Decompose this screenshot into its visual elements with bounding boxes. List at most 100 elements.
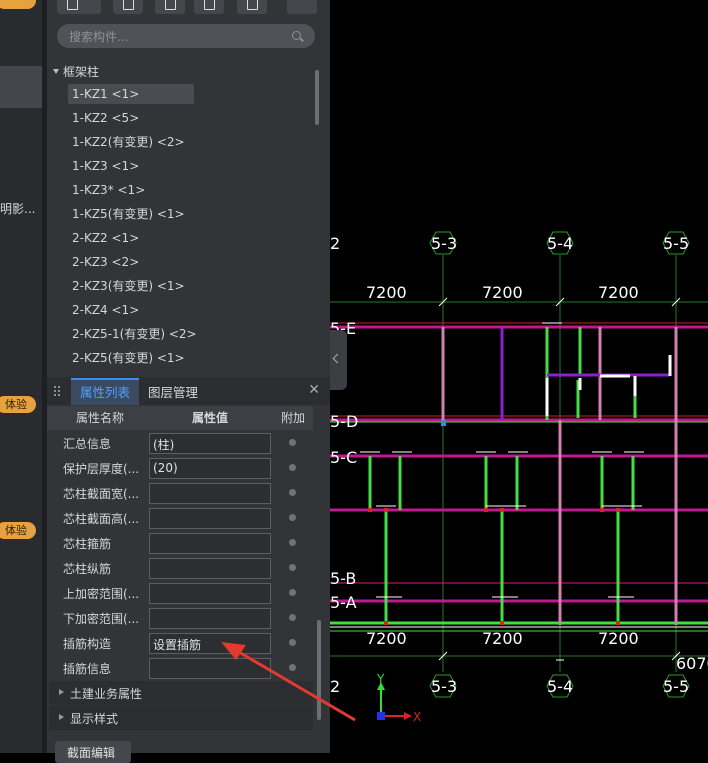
- axis-label-top: 5-4: [547, 234, 573, 253]
- property-value-field[interactable]: (20): [149, 458, 271, 479]
- property-value-field[interactable]: [149, 658, 271, 679]
- axis-label-bottom: 5-4: [547, 677, 573, 696]
- property-table-header: 属性名称 属性值 附加: [47, 406, 313, 430]
- extra-checkbox[interactable]: [289, 514, 296, 521]
- property-row: 保护层厚度(... (20): [47, 456, 313, 481]
- collapse-panel-button[interactable]: [330, 330, 347, 390]
- tree-category[interactable]: 框架柱: [53, 63, 99, 80]
- chevron-right-icon: [59, 689, 64, 695]
- delete-icon: [165, 0, 176, 10]
- property-name: 插筋信息: [63, 662, 112, 676]
- close-icon[interactable]: ✕: [308, 382, 320, 398]
- extra-checkbox[interactable]: [289, 464, 296, 471]
- column-header-value: 属性值: [191, 411, 228, 425]
- new-component-button[interactable]: [57, 0, 101, 14]
- copy-button[interactable]: [113, 0, 143, 14]
- search-input[interactable]: [67, 27, 291, 47]
- copy-icon: [123, 0, 134, 10]
- property-name: 汇总信息: [63, 437, 112, 451]
- property-row: 芯柱截面宽(...: [47, 481, 313, 506]
- delete-button[interactable]: [155, 0, 185, 14]
- property-value-field[interactable]: 设置插筋: [149, 633, 271, 654]
- search-icon[interactable]: [292, 31, 301, 40]
- extra-checkbox[interactable]: [289, 564, 296, 571]
- property-scrollbar[interactable]: [317, 620, 321, 720]
- extra-checkbox[interactable]: [289, 589, 296, 596]
- property-value-field[interactable]: [149, 558, 271, 579]
- property-row: 芯柱截面高(...: [47, 506, 313, 531]
- axis-label-bottom: 5-5: [663, 677, 689, 696]
- tree-item[interactable]: 2-KZ3 <2>: [68, 252, 194, 272]
- tree-item[interactable]: 1-KZ3* <1>: [68, 180, 194, 200]
- chevron-down-icon[interactable]: [53, 69, 59, 74]
- property-panel-header: 属性列表 图层管理 ✕: [47, 377, 330, 405]
- property-row: 芯柱纵筋: [47, 556, 313, 581]
- dimension-label-bottom: 7200: [482, 629, 523, 648]
- property-value-field[interactable]: [149, 608, 271, 629]
- tree-item[interactable]: 1-KZ5(有变更) <1>: [68, 204, 194, 224]
- plan-drawing[interactable]: 2 5-3 5-4 5-5 7200 7200 7200 5-E 5-D 5-C…: [330, 0, 708, 753]
- tree-item[interactable]: 2-KZ4 <1>: [68, 300, 194, 320]
- section-label: 显示样式: [70, 712, 119, 726]
- tree-item[interactable]: 1-KZ2(有变更) <2>: [68, 132, 194, 152]
- row-label: 5-C: [330, 448, 357, 467]
- property-row: 下加密范围(...: [47, 606, 313, 631]
- property-value: (20): [153, 461, 178, 475]
- trial-badge[interactable]: 体验: [0, 522, 36, 539]
- property-row: 芯柱箍筋: [47, 531, 313, 556]
- row-label: 5-D: [330, 412, 358, 431]
- property-value-field[interactable]: [149, 508, 271, 529]
- trial-badge[interactable]: [0, 0, 36, 9]
- layer-copy-icon: [204, 0, 215, 10]
- chevron-left-icon: [332, 353, 343, 364]
- extra-checkbox[interactable]: [289, 639, 296, 646]
- dimension-label-bottom: 7200: [598, 629, 639, 648]
- tab-layer-management[interactable]: 图层管理: [139, 380, 207, 405]
- more-button[interactable]: [287, 0, 317, 14]
- search-box[interactable]: [57, 24, 315, 48]
- axis-label-bottom: 5-3: [431, 677, 457, 696]
- tree-item[interactable]: 1-KZ3 <1>: [68, 156, 194, 176]
- property-value-field[interactable]: [149, 483, 271, 504]
- extra-checkbox[interactable]: [289, 539, 296, 546]
- property-value-field[interactable]: [149, 533, 271, 554]
- property-name: 芯柱截面宽(...: [63, 487, 140, 501]
- layer-copy-button[interactable]: [194, 0, 224, 14]
- ucs-icon: Y X: [376, 672, 421, 724]
- extra-checkbox[interactable]: [289, 614, 296, 621]
- left-sidebar-item-text[interactable]: 明影...: [0, 200, 35, 217]
- axis-label-bottom: 2: [330, 677, 340, 696]
- chevron-right-icon: [59, 714, 64, 720]
- import-button[interactable]: [237, 0, 267, 14]
- tree-item[interactable]: 2-KZ3(有变更) <1>: [68, 276, 194, 296]
- trial-badge[interactable]: 体验: [0, 396, 36, 413]
- tree-item[interactable]: 1-KZ1 <1>: [68, 84, 194, 104]
- section-display-style[interactable]: 显示样式: [49, 706, 313, 730]
- drawing-canvas[interactable]: 2 5-3 5-4 5-5 7200 7200 7200 5-E 5-D 5-C…: [330, 0, 708, 753]
- component-panel: 框架柱 1-KZ1 <1> 1-KZ2 <5> 1-KZ2(有变更) <2> 1…: [47, 0, 330, 763]
- section-edit-button[interactable]: 截面编辑: [55, 741, 131, 763]
- ucs-x-label: X: [413, 710, 421, 724]
- tree-category-label: 框架柱: [63, 65, 100, 79]
- tree-item[interactable]: 2-KZ2 <1>: [68, 228, 194, 248]
- extra-checkbox[interactable]: [289, 489, 296, 496]
- extra-checkbox[interactable]: [289, 439, 296, 446]
- expand-icon: [297, 0, 306, 8]
- tab-property-list[interactable]: 属性列表: [71, 378, 140, 405]
- property-row: 汇总信息 (柱): [47, 431, 313, 456]
- property-row: 上加密范围(...: [47, 581, 313, 606]
- property-value-field[interactable]: (柱): [149, 433, 271, 454]
- tree-item[interactable]: 2-KZ5(有变更) <1>: [68, 348, 194, 368]
- extra-checkbox[interactable]: [289, 664, 296, 671]
- tree-item[interactable]: 1-KZ2 <5>: [68, 108, 194, 128]
- tree-item[interactable]: 2-KZ5-1(有变更) <2>: [68, 324, 197, 344]
- property-name: 芯柱纵筋: [63, 562, 112, 576]
- tree-scrollbar[interactable]: [315, 70, 319, 125]
- left-sidebar-selected-item[interactable]: [0, 66, 42, 108]
- property-name: 下加密范围(...: [63, 612, 140, 626]
- new-icon: [67, 0, 78, 10]
- drag-handle-icon[interactable]: [53, 385, 61, 398]
- section-label: 土建业务属性: [70, 687, 143, 701]
- section-civil-attributes[interactable]: 土建业务属性: [49, 681, 313, 705]
- property-value-field[interactable]: [149, 583, 271, 604]
